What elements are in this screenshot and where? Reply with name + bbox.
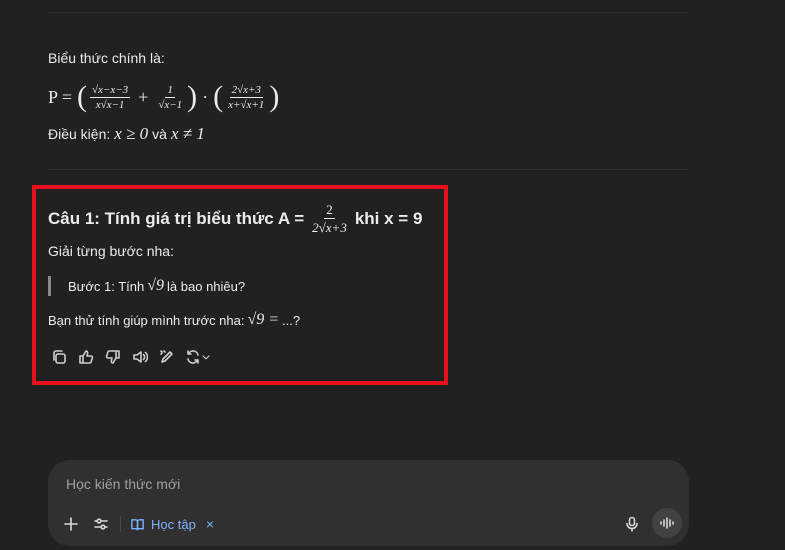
edit-icon bbox=[159, 350, 173, 363]
chip-close-icon[interactable]: × bbox=[206, 516, 214, 532]
microphone-icon bbox=[626, 516, 638, 532]
formula-lhs: P = bbox=[48, 86, 72, 107]
fraction-3-denominator: x+√x+1 bbox=[228, 98, 265, 111]
fraction-2-denominator: √x−1 bbox=[158, 98, 183, 111]
question-fraction: 2 2√x+3 bbox=[310, 202, 349, 235]
question-title: Câu 1: Tính giá trị biểu thức A = 2 2√x+… bbox=[48, 202, 422, 235]
thumbs-down-button[interactable] bbox=[102, 348, 123, 366]
main-formula: P = ( √x−x−3 x√x−1 + 1 √x−1 ) · ( 2√x+3 … bbox=[48, 78, 668, 116]
close-paren-2: ) bbox=[269, 80, 280, 113]
thumbs-down-icon bbox=[105, 350, 120, 364]
dictate-button[interactable] bbox=[621, 513, 643, 535]
thumbs-up-icon bbox=[78, 350, 93, 364]
condition-math-2: x ≠ 1 bbox=[170, 124, 205, 143]
plus-icon bbox=[64, 517, 78, 531]
fraction-3: 2√x+3 x+√x+1 bbox=[226, 84, 266, 111]
chevron-down-icon bbox=[202, 355, 210, 360]
steps-label: Giải từng bước nha: bbox=[48, 243, 174, 259]
question-fraction-numerator: 2 bbox=[324, 202, 335, 219]
question-fraction-denominator: 2√x+3 bbox=[312, 220, 347, 235]
fraction-2: 1 √x−1 bbox=[156, 84, 184, 111]
fraction-3-numerator: 2√x+3 bbox=[229, 83, 263, 98]
try-line: Bạn thử tính giúp mình trước nha: √9 = .… bbox=[48, 311, 300, 329]
fraction-1: √x−x−3 x√x−1 bbox=[90, 83, 131, 111]
composer: Học kiến thức mới Học tập × bbox=[48, 460, 689, 546]
composer-input[interactable]: Học kiến thức mới bbox=[66, 476, 180, 492]
study-mode-label: Học tập bbox=[151, 516, 196, 532]
previous-message: Biểu thức chính là: P = ( √x−x−3 x√x−1 +… bbox=[48, 48, 668, 144]
try-math: √9 = bbox=[247, 311, 280, 328]
copy-button[interactable] bbox=[48, 348, 69, 366]
waveform-icon bbox=[660, 517, 674, 529]
copy-icon bbox=[52, 350, 66, 364]
tools-button[interactable] bbox=[90, 514, 112, 534]
fraction-1-denominator: x√x−1 bbox=[95, 98, 125, 111]
condition-and: và bbox=[152, 126, 167, 142]
book-icon bbox=[131, 518, 144, 530]
thumbs-up-button[interactable] bbox=[75, 348, 96, 366]
condition-math-1: x ≥ 0 bbox=[114, 124, 149, 143]
sliders-icon bbox=[94, 518, 108, 530]
condition-line: Điều kiện: x ≥ 0 và x ≠ 1 bbox=[48, 124, 668, 144]
voice-mode-button[interactable] bbox=[652, 508, 682, 538]
try-text-after: ...? bbox=[282, 312, 301, 328]
open-paren: ( bbox=[77, 80, 87, 113]
composer-separator bbox=[120, 516, 121, 532]
regenerate-icon bbox=[187, 350, 199, 364]
dot-operator: · bbox=[202, 86, 209, 107]
question-title-before: Câu 1: Tính giá trị biểu thức A = bbox=[48, 208, 305, 228]
quote-text-before: Bước 1: Tính bbox=[68, 278, 145, 294]
read-aloud-button[interactable] bbox=[129, 348, 150, 366]
step-quote: Bước 1: Tính √9 là bao nhiêu? bbox=[48, 276, 245, 296]
quote-text-after: là bao nhiêu? bbox=[167, 278, 246, 294]
edit-button[interactable] bbox=[156, 348, 177, 366]
quote-math: √9 bbox=[147, 277, 165, 294]
message-divider bbox=[48, 169, 688, 170]
plus-sign: + bbox=[138, 86, 149, 107]
message-actions bbox=[48, 348, 213, 366]
fraction-1-numerator: √x−x−3 bbox=[90, 83, 131, 98]
study-mode-chip[interactable]: Học tập × bbox=[130, 514, 214, 534]
close-paren: ) bbox=[187, 80, 198, 113]
intro-text: Biểu thức chính là: bbox=[48, 50, 165, 66]
open-paren-2: ( bbox=[213, 80, 224, 113]
condition-label: Điều kiện: bbox=[48, 126, 111, 142]
question-title-after: khi x = 9 bbox=[354, 208, 423, 228]
speaker-icon bbox=[132, 351, 148, 363]
add-button[interactable] bbox=[60, 514, 82, 534]
regenerate-button[interactable] bbox=[183, 348, 213, 366]
try-text-before: Bạn thử tính giúp mình trước nha: bbox=[48, 312, 245, 328]
fraction-2-numerator: 1 bbox=[165, 83, 175, 98]
top-divider bbox=[48, 12, 688, 13]
